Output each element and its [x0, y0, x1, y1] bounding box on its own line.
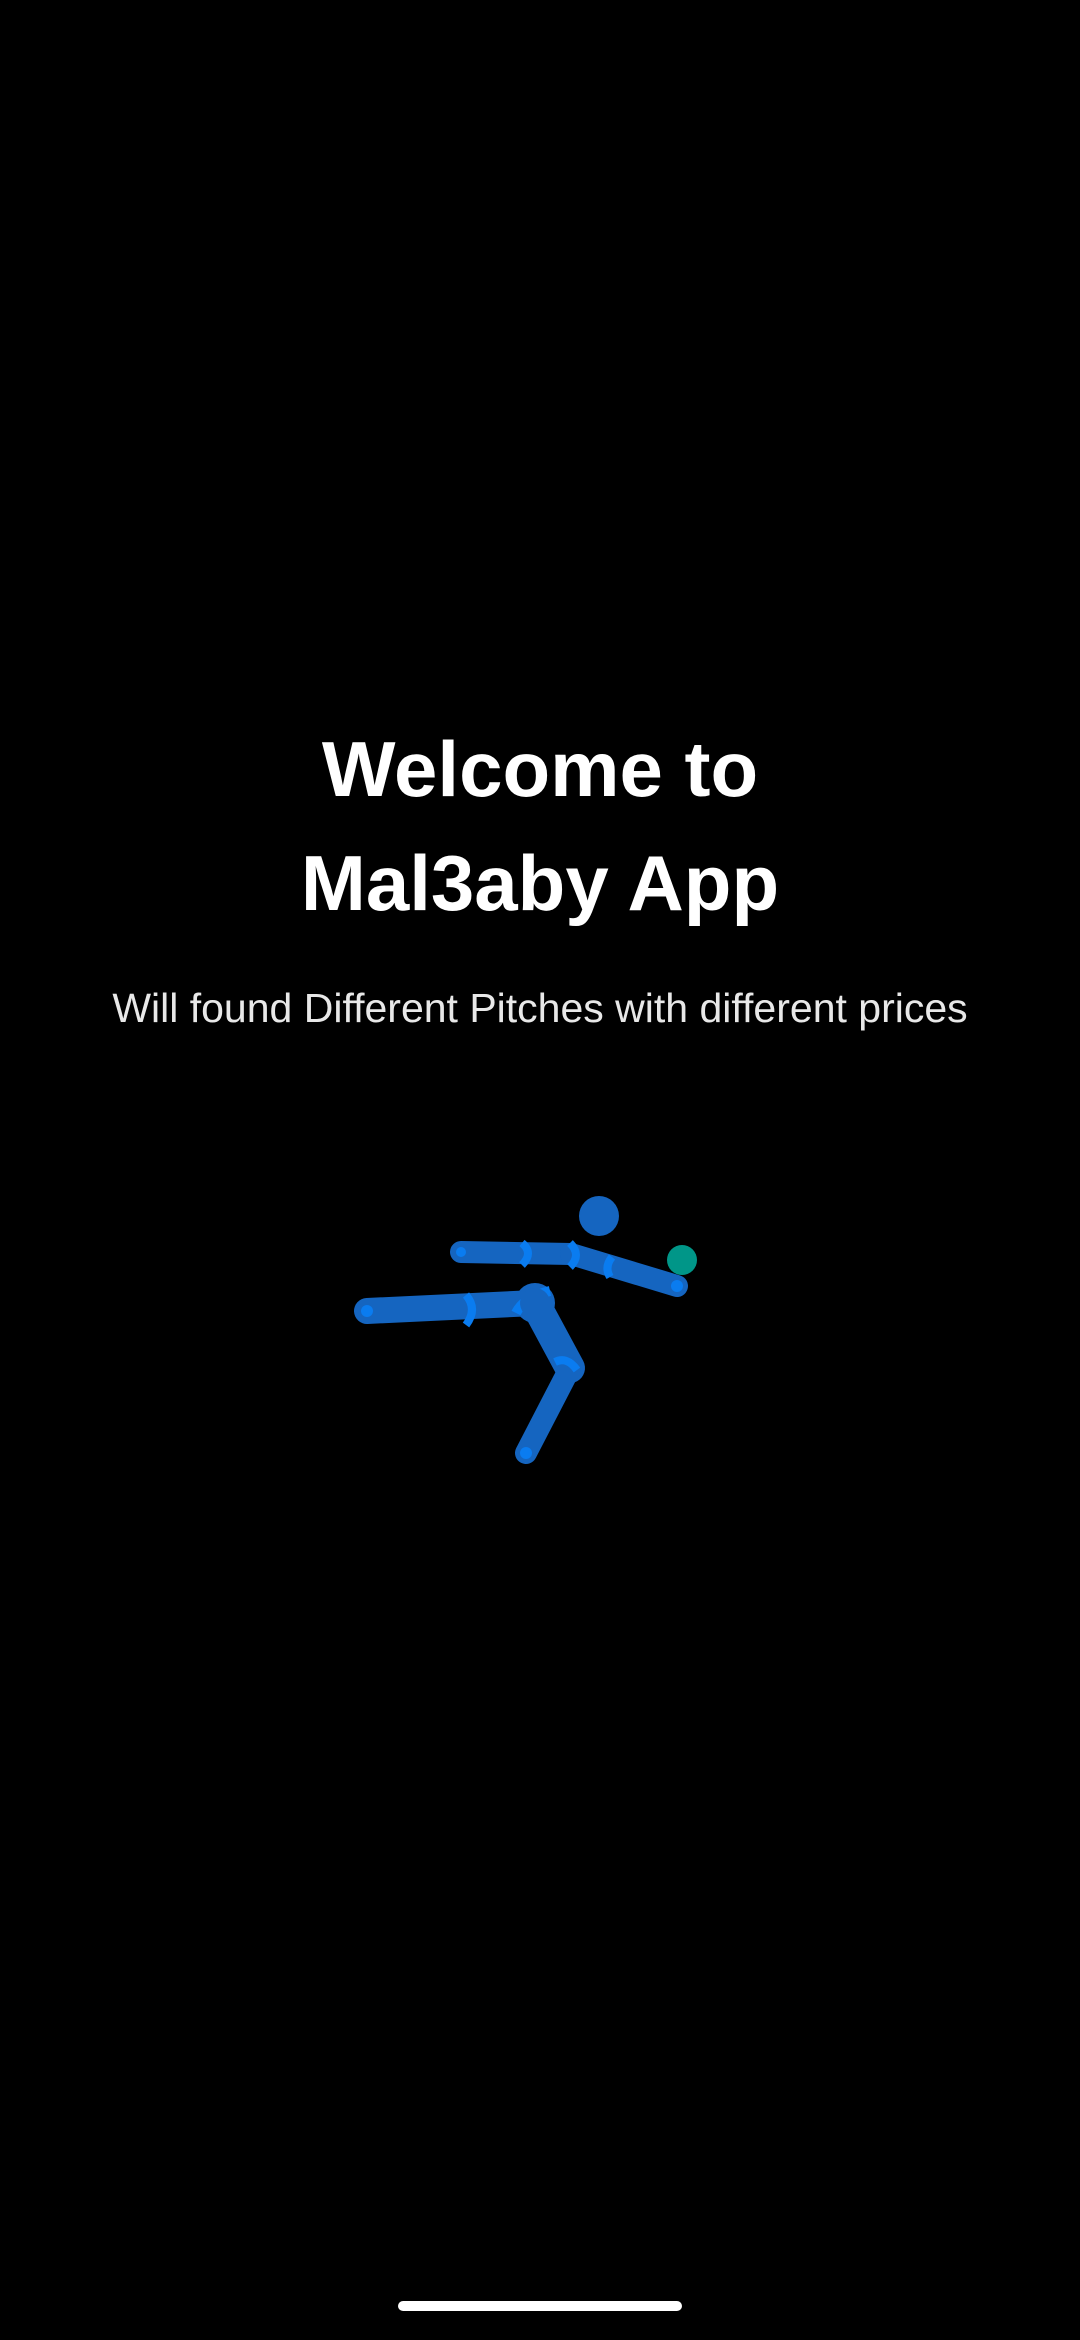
football-player-kicking-icon — [354, 1196, 697, 1464]
player-head — [579, 1196, 619, 1236]
player-leg-extended — [354, 1290, 548, 1324]
welcome-title-line-2: Mal3aby App — [300, 839, 780, 927]
player-hand — [671, 1280, 683, 1292]
player-shin — [515, 1357, 581, 1464]
welcome-title-line-1: Welcome to — [321, 725, 759, 813]
player-joint — [603, 1254, 616, 1280]
welcome-screen: Welcome to Mal3aby App Will found Differ… — [0, 0, 1080, 2340]
player-arm-front — [560, 1243, 688, 1297]
home-indicator[interactable] — [398, 2301, 682, 2311]
welcome-title: Welcome to Mal3aby App — [0, 712, 1080, 940]
player-hand — [456, 1247, 466, 1257]
player-arm-back — [450, 1241, 582, 1265]
football-ball — [667, 1245, 697, 1275]
player-foot — [520, 1447, 532, 1459]
welcome-subtitle: Will found Different Pitches with differ… — [112, 985, 968, 1031]
player-foot — [361, 1305, 373, 1317]
